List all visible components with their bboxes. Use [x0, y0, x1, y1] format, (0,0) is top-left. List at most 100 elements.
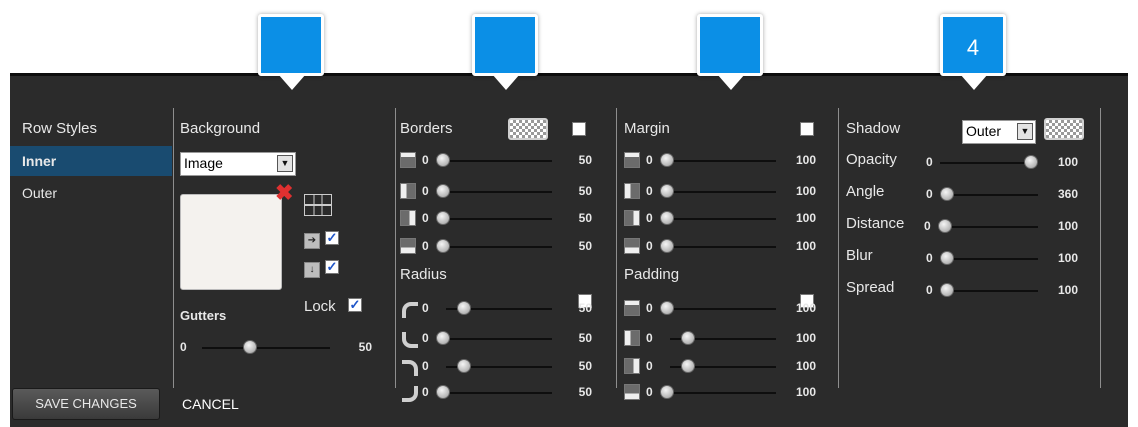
background-type-value: Image [184, 155, 223, 171]
border-left-handle[interactable] [436, 184, 450, 198]
shadow-blur-slider-row: Blur 0 100 [846, 247, 1082, 268]
shadow-blur-value: 0 [926, 251, 933, 265]
padding-top-slider-row: 0 100 [624, 298, 820, 318]
padding-left-value: 0 [646, 331, 653, 345]
margin-left-handle[interactable] [660, 184, 674, 198]
gutters-label: Gutters [180, 308, 227, 323]
border-top-icon [400, 152, 416, 168]
border-right-max: 50 [578, 211, 592, 225]
border-top-slider-row: 0 50 [400, 150, 596, 170]
radius-top-right-value: 0 [422, 359, 429, 373]
radius-top-right-handle[interactable] [457, 359, 472, 373]
border-top-handle[interactable] [436, 153, 450, 167]
radius-top-left-handle[interactable] [457, 301, 472, 315]
border-top-max: 50 [578, 153, 592, 167]
margin-bottom-track[interactable] [660, 246, 776, 248]
padding-right-slider-row: 0 100 [624, 356, 820, 376]
border-bottom-handle[interactable] [436, 239, 450, 253]
padding-right-handle[interactable] [681, 359, 696, 373]
shadow-opacity-handle[interactable] [1024, 155, 1038, 169]
shadow-distance-handle[interactable] [938, 219, 952, 233]
shadow-distance-track[interactable] [938, 226, 1038, 228]
margin-right-handle[interactable] [660, 211, 674, 225]
divider [1100, 108, 1101, 388]
shadow-spread-handle[interactable] [940, 283, 954, 297]
shadow-color-swatch[interactable] [1044, 118, 1084, 140]
shadow-type-select[interactable]: Outer ▼ [962, 120, 1036, 144]
margin-right-track[interactable] [660, 218, 776, 220]
border-right-track[interactable] [436, 218, 552, 220]
border-right-handle[interactable] [436, 211, 450, 225]
gutters-handle[interactable] [243, 340, 258, 354]
shadow-blur-track[interactable] [940, 258, 1038, 260]
shadow-distance-value: 0 [924, 219, 931, 233]
radius-title: Radius [400, 266, 447, 283]
margin-enable-checkbox[interactable] [800, 122, 814, 136]
margin-bottom-handle[interactable] [660, 239, 674, 253]
image-grid-icon[interactable] [304, 194, 332, 216]
border-top-track[interactable] [436, 160, 552, 162]
gutters-value: 0 [180, 340, 187, 354]
radius-bottom-right-handle[interactable] [436, 385, 450, 399]
padding-bottom-track[interactable] [660, 392, 776, 394]
radius-top-right-icon [400, 358, 418, 376]
shadow-angle-max: 360 [1057, 187, 1078, 201]
radius-bottom-left-value: 0 [422, 331, 429, 345]
padding-right-value: 0 [646, 359, 653, 373]
remove-image-icon[interactable]: ✖ [275, 182, 293, 204]
shadow-angle-label: Angle [846, 183, 885, 200]
border-bottom-slider-row: 0 50 [400, 236, 596, 256]
shadow-opacity-slider-row: Opacity 0 100 [846, 151, 1082, 172]
nav-item-outer[interactable]: Outer [10, 178, 172, 208]
background-type-select[interactable]: Image ▼ [180, 152, 296, 176]
dropdown-arrow-icon: ▼ [1017, 123, 1033, 140]
radius-bottom-right-icon [400, 384, 418, 402]
shadow-blur-label: Blur [846, 247, 873, 264]
margin-left-icon [624, 183, 640, 199]
padding-top-track[interactable] [660, 308, 776, 310]
border-bottom-track[interactable] [436, 246, 552, 248]
lock-checkbox[interactable]: ✓ [348, 298, 362, 312]
repeat-x-checkbox[interactable]: ✓ [325, 231, 339, 245]
padding-top-handle[interactable] [660, 301, 674, 315]
margin-bottom-slider-row: 0 100 [624, 236, 820, 256]
margin-top-handle[interactable] [660, 153, 674, 167]
shadow-opacity-max: 100 [1057, 155, 1078, 169]
padding-right-max: 100 [795, 359, 816, 373]
gutters-track[interactable] [202, 347, 330, 349]
repeat-y-icon: ↓ [304, 262, 320, 278]
radius-bottom-left-handle[interactable] [436, 331, 450, 345]
radius-top-left-max: 50 [578, 301, 592, 315]
padding-left-handle[interactable] [681, 331, 696, 345]
margin-top-track[interactable] [660, 160, 776, 162]
margin-title: Margin [624, 120, 670, 137]
shadow-spread-track[interactable] [940, 290, 1038, 292]
radius-bottom-left-track[interactable] [436, 338, 552, 340]
shadow-angle-handle[interactable] [940, 187, 954, 201]
padding-top-icon [624, 300, 640, 316]
margin-left-track[interactable] [660, 191, 776, 193]
save-changes-button[interactable]: SAVE CHANGES [12, 388, 160, 420]
border-left-track[interactable] [436, 191, 552, 193]
repeat-y-checkbox[interactable]: ✓ [325, 260, 339, 274]
radius-top-left-slider-row: 0 50 [400, 298, 596, 318]
border-top-value: 0 [422, 153, 429, 167]
border-left-slider-row: 0 50 [400, 181, 596, 201]
radius-top-right-max: 50 [578, 359, 592, 373]
radius-bottom-right-track[interactable] [436, 392, 552, 394]
shadow-blur-handle[interactable] [940, 251, 954, 265]
shadow-angle-track[interactable] [940, 194, 1038, 196]
padding-bottom-value: 0 [646, 385, 653, 399]
shadow-distance-max: 100 [1057, 219, 1078, 233]
repeat-x-icon: ➔ [304, 233, 320, 249]
cancel-link[interactable]: CANCEL [182, 396, 239, 412]
border-color-swatch[interactable] [508, 118, 548, 140]
borders-enable-checkbox[interactable] [572, 122, 586, 136]
margin-bottom-value: 0 [646, 239, 653, 253]
padding-bottom-handle[interactable] [660, 385, 674, 399]
nav-item-inner[interactable]: Inner [10, 146, 172, 176]
shadow-spread-max: 100 [1057, 283, 1078, 297]
margin-right-max: 100 [795, 211, 816, 225]
margin-bottom-icon [624, 238, 640, 254]
background-image-preview[interactable] [180, 194, 282, 290]
